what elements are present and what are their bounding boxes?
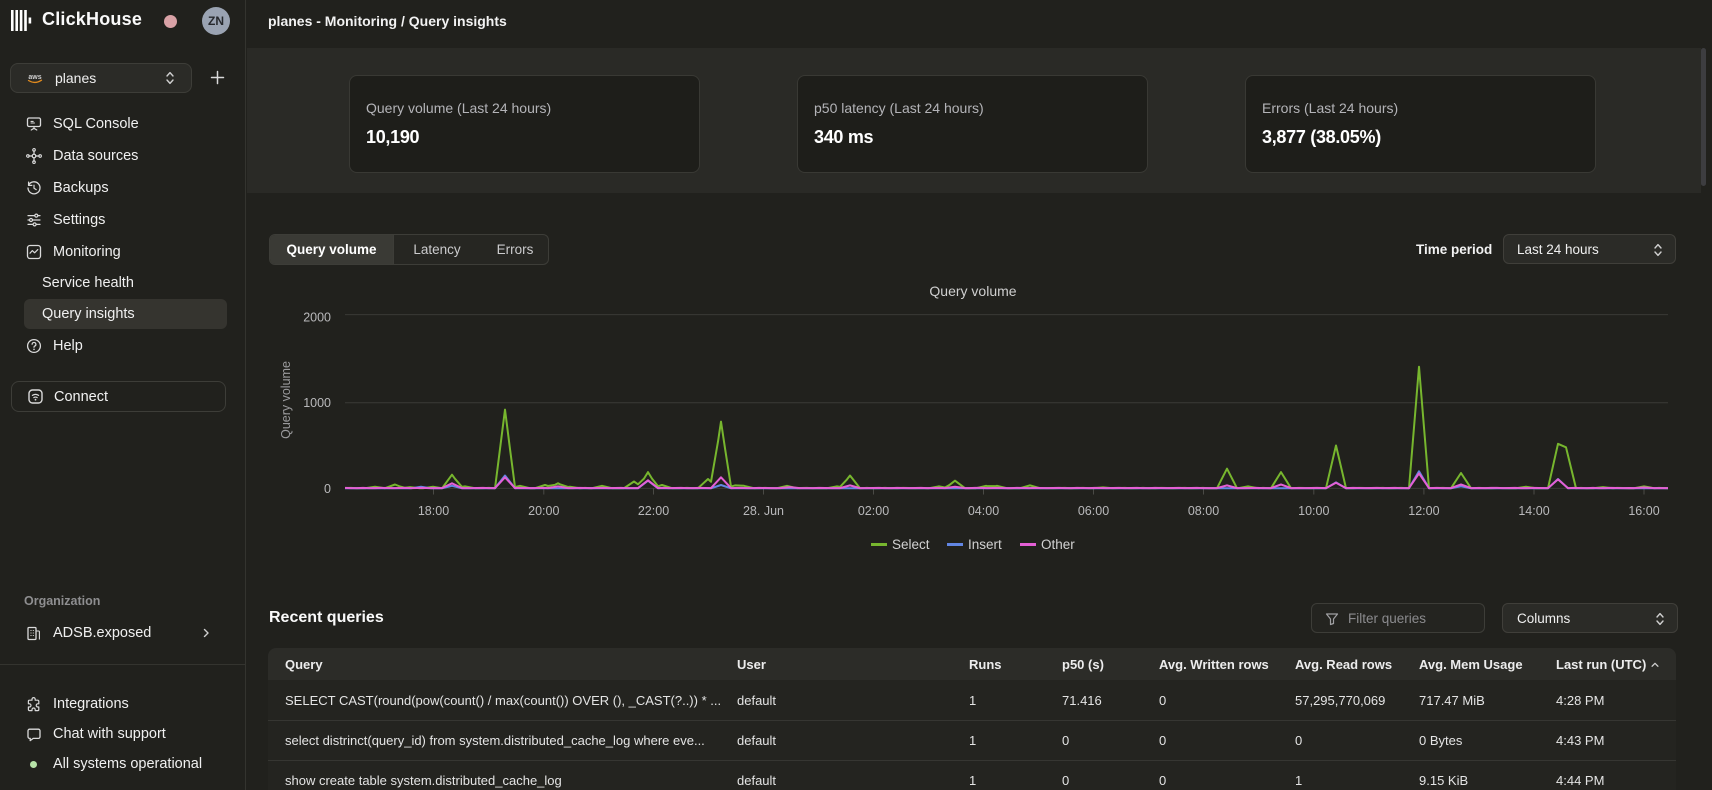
- svg-text:18:00: 18:00: [418, 504, 449, 518]
- svg-text:14:00: 14:00: [1518, 504, 1549, 518]
- svg-text:Query volume: Query volume: [279, 361, 293, 439]
- svg-text:12:00: 12:00: [1408, 504, 1439, 518]
- svg-text:20:00: 20:00: [528, 504, 559, 518]
- svg-text:aws: aws: [28, 74, 41, 81]
- svg-text:06:00: 06:00: [1078, 504, 1109, 518]
- svg-text:02:00: 02:00: [858, 504, 889, 518]
- svg-text:08:00: 08:00: [1188, 504, 1219, 518]
- svg-text:22:00: 22:00: [638, 504, 669, 518]
- svg-text:10:00: 10:00: [1298, 504, 1329, 518]
- svg-text:04:00: 04:00: [968, 504, 999, 518]
- svg-text:28. Jun: 28. Jun: [743, 504, 784, 518]
- svg-text:0: 0: [324, 482, 331, 496]
- svg-text:1000: 1000: [303, 396, 331, 410]
- svg-text:16:00: 16:00: [1628, 504, 1659, 518]
- svg-text:2000: 2000: [303, 311, 331, 325]
